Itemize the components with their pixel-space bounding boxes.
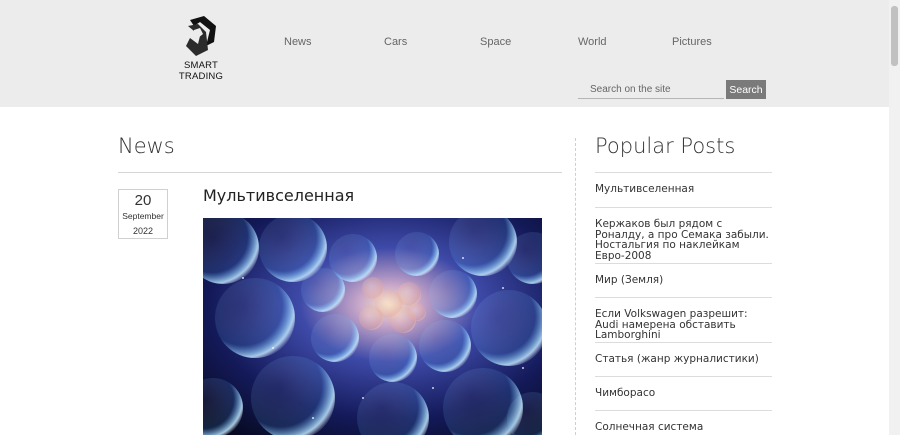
popular-post-item[interactable]: Статья (жанр журналистики) [595,342,772,376]
search-input[interactable] [578,80,724,99]
nav-pictures[interactable]: Pictures [672,36,712,48]
post-date-badge: 20 September 2022 [118,189,168,239]
page-title: News [118,134,175,158]
post-title-link[interactable]: Мультивселенная [203,186,354,205]
column-divider [575,138,576,435]
nav-space[interactable]: Space [480,36,511,48]
popular-post-item[interactable]: Чимборасо [595,376,772,410]
site-logo[interactable]: SMART TRADING [176,16,226,88]
page-scrollbar[interactable] [889,0,900,435]
search-button[interactable]: Search [726,80,766,99]
popular-posts-list: Мультивселенная Кержаков был рядом с Рон… [595,172,772,436]
popular-post-item[interactable]: Если Volkswagen разрешит: Audi намерена … [595,297,772,342]
logo-icon [186,16,216,56]
scrollbar-thumb[interactable] [891,6,898,66]
popular-post-item[interactable]: Кержаков был рядом с Роналду, а про Сема… [595,207,772,263]
nav-world[interactable]: World [578,36,607,48]
post-date-month: September [122,211,164,221]
post-date-day: 20 [134,192,152,209]
post-date-year: 2022 [132,226,154,236]
popular-posts-title: Popular Posts [595,134,736,158]
title-divider [118,172,562,173]
popular-post-item[interactable]: Мир (Земля) [595,263,772,297]
popular-post-item[interactable]: Мультивселенная [595,172,772,207]
post-image[interactable] [203,218,542,435]
multiverse-image [203,218,542,435]
popular-post-item[interactable]: Солнечная система [595,410,772,436]
site-header: SMART TRADING News Cars Space World Pict… [0,0,889,107]
nav-cars[interactable]: Cars [384,36,407,48]
logo-text: SMART TRADING [178,60,224,82]
nav-news[interactable]: News [284,36,312,48]
